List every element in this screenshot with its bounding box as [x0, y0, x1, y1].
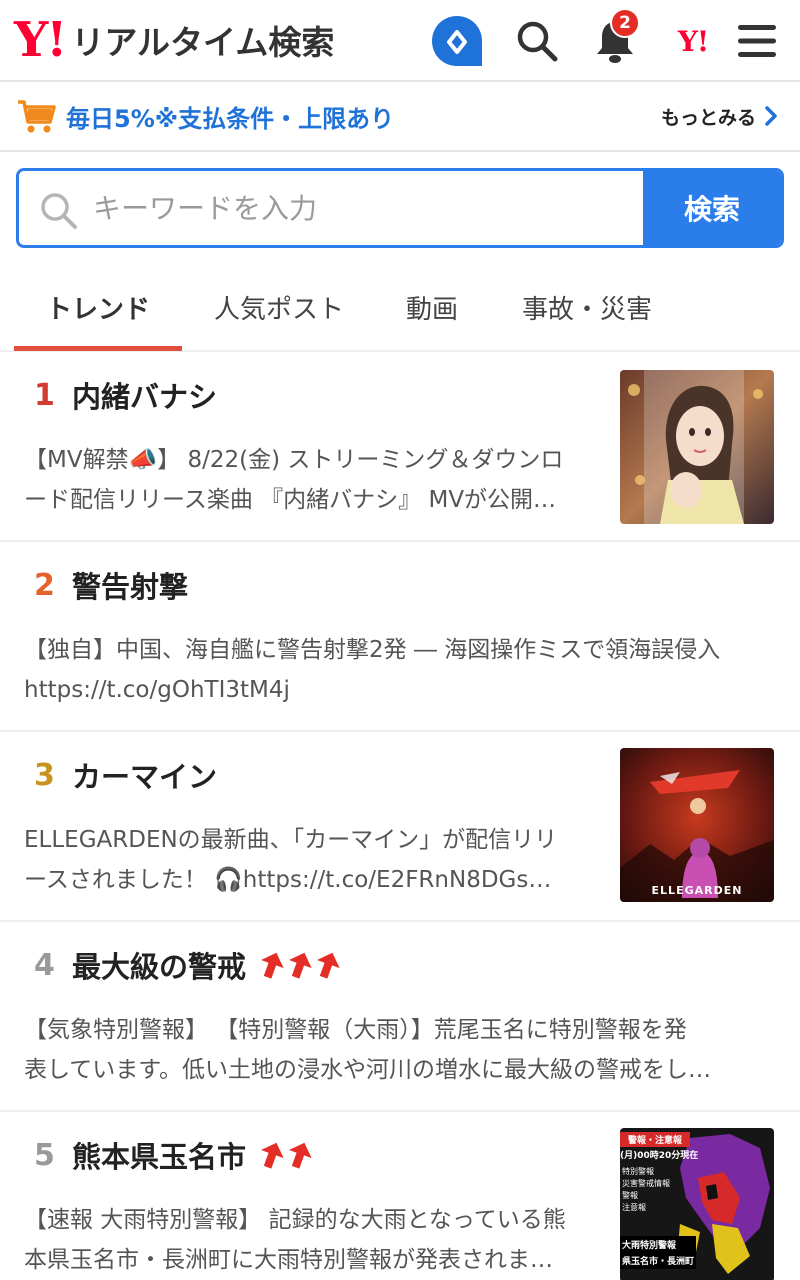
trend-item-4[interactable]: 4 最大級の警戒 【気象特別警報】 【特別警報（大雨）】荒尾玉名に特別警報を発 …: [0, 922, 800, 1112]
shopping-cart-icon: [16, 96, 56, 136]
trend-title[interactable]: カーマイン: [72, 754, 217, 796]
trend-title-text: 熊本県玉名市: [72, 1140, 247, 1174]
rising-arrow-icon: [289, 952, 312, 979]
trend-item-5[interactable]: 5 熊本県玉名市 【速報 大雨特別警報】 記録的な大雨となっている熊 本県玉名市…: [0, 1112, 800, 1280]
album-art-label: ELLEGARDEN: [651, 884, 743, 897]
search-submit-button[interactable]: 検索: [643, 171, 781, 245]
trend-rank: 1: [34, 378, 55, 413]
tab-popular-posts[interactable]: 人気ポスト: [196, 262, 362, 352]
map-header: 警報・注意報: [620, 1132, 690, 1147]
tab-trend[interactable]: トレンド: [14, 262, 182, 352]
trend-title-text: カーマイン: [72, 760, 218, 794]
promo-text: 毎日5%※支払条件・上限あり: [66, 104, 395, 133]
map-legend-item: 災害警戒情報: [622, 1179, 670, 1188]
yahoo-logo-mark: Y!: [14, 12, 67, 68]
map-footer-title: 大雨特別警報: [620, 1236, 696, 1253]
trend-rank: 2: [34, 568, 55, 603]
active-tab-indicator: [14, 346, 182, 351]
notification-count-badge: 2: [610, 8, 640, 38]
trend-item-1[interactable]: 1 内緒バナシ 【MV解禁📣】 8/22(金) ストリーミング＆ダウンロ ード配…: [0, 352, 800, 542]
notification-bell-icon[interactable]: 2: [588, 8, 642, 68]
music-video-thumbnail[interactable]: [620, 370, 774, 524]
trend-title-text: 警告射撃: [72, 570, 189, 604]
search-bar: 検索: [16, 168, 784, 248]
tab-videos[interactable]: 動画: [376, 262, 488, 352]
map-footer-location: 県玉名市・長洲町: [620, 1252, 696, 1269]
trend-description-line: ELLEGARDENの最新曲、「カーマイン」が配信リリ: [24, 827, 558, 853]
map-legend-item: 注意報: [622, 1203, 646, 1212]
top-header: Y! リアルタイム検索 2 Y!: [0, 0, 800, 82]
trend-title-text: 最大級の警戒: [72, 950, 247, 984]
chevron-right-icon: [765, 106, 777, 126]
search-input[interactable]: [93, 171, 633, 245]
trend-description-line: 【速報 大雨特別警報】 記録的な大雨となっている熊: [24, 1207, 566, 1233]
trend-description-line: https://t.co/gOhTI3tM4j: [24, 677, 290, 703]
trend-description: 【MV解禁📣】 8/22(金) ストリーミング＆ダウンロ ード配信リリース楽曲 …: [24, 440, 594, 520]
promo-banner[interactable]: 毎日5%※支払条件・上限あり もっとみる: [0, 82, 800, 152]
map-timestamp: (月)00時20分現在: [620, 1151, 699, 1161]
trend-title[interactable]: 内緒バナシ: [72, 374, 217, 416]
trend-description-line: 表しています。低い土地の浸水や河川の増水に最大級の警戒をし…: [24, 1057, 712, 1083]
map-legend-item: 警報: [622, 1191, 638, 1200]
trend-rank: 3: [34, 758, 55, 793]
app-badge-icon[interactable]: [430, 14, 484, 68]
trend-item-3[interactable]: 3 カーマイン ELLEGARDENの最新曲、「カーマイン」が配信リリ ースされ…: [0, 732, 800, 922]
trend-description-line: ード配信リリース楽曲 『内緒バナシ』 MVが公開…: [24, 487, 557, 513]
promo-more-link[interactable]: もっとみる: [661, 82, 778, 150]
weather-warning-map-thumbnail[interactable]: 警報・注意報 (月)00時20分現在 特別警報 災害警戒情報 警報 注意報 大雨…: [620, 1128, 774, 1280]
rising-arrow-icon: [261, 1142, 284, 1169]
rising-arrow-icon: [289, 1142, 312, 1169]
realtime-search-logo-text: リアルタイム検索: [71, 23, 335, 62]
trend-title[interactable]: 警告射撃: [72, 564, 188, 606]
album-art-thumbnail[interactable]: ELLEGARDEN: [620, 748, 774, 902]
trend-description-line: 【気象特別警報】 【特別警報（大雨）】荒尾玉名に特別警報を発: [24, 1017, 687, 1043]
trend-description-line: 【独自】中国、海自艦に警告射撃2発 ― 海図操作ミスで領海誤侵入: [24, 637, 721, 663]
trend-rank: 4: [34, 948, 55, 983]
trend-title[interactable]: 熊本県玉名市: [72, 1134, 314, 1176]
trend-description: ELLEGARDENの最新曲、「カーマイン」が配信リリ ースされました！ 🎧ht…: [24, 820, 594, 900]
trend-description-line: 【MV解禁📣】 8/22(金) ストリーミング＆ダウンロ: [24, 447, 564, 473]
hamburger-menu-icon[interactable]: [730, 14, 784, 68]
rising-arrows: [258, 1140, 314, 1170]
category-tabs: トレンド 人気ポスト 動画 事故・災害: [0, 262, 800, 352]
map-legend-item: 特別警報: [622, 1167, 654, 1176]
search-field-icon: [41, 193, 77, 229]
trend-description: 【気象特別警報】 【特別警報（大雨）】荒尾玉名に特別警報を発 表しています。低い…: [24, 1010, 776, 1090]
rising-arrows: [258, 950, 342, 980]
trend-description-line: 本県玉名市・長洲町に大雨特別警報が発表されま…: [24, 1247, 553, 1273]
rising-arrow-icon: [317, 952, 340, 979]
trend-title-text: 内緒バナシ: [72, 380, 218, 414]
trend-rank: 5: [34, 1138, 55, 1173]
trend-title[interactable]: 最大級の警戒: [72, 944, 342, 986]
trend-item-2[interactable]: 2 警告射撃 【独自】中国、海自艦に警告射撃2発 ― 海図操作ミスで領海誤侵入 …: [0, 542, 800, 732]
trend-description-line: ースされました！ 🎧https://t.co/E2FRnN8DGs…: [24, 867, 552, 893]
tab-accidents-disasters[interactable]: 事故・災害: [500, 262, 674, 352]
rising-arrow-icon: [261, 952, 284, 979]
yahoo-japan-icon[interactable]: Y!: [666, 14, 720, 68]
yahoo-realtime-logo[interactable]: Y! リアルタイム検索: [14, 12, 334, 68]
map-legend: 特別警報 災害警戒情報 警報 注意報: [622, 1166, 670, 1214]
trend-description: 【速報 大雨特別警報】 記録的な大雨となっている熊 本県玉名市・長洲町に大雨特別…: [24, 1200, 594, 1280]
search-icon[interactable]: [510, 14, 564, 68]
trend-description: 【独自】中国、海自艦に警告射撃2発 ― 海図操作ミスで領海誤侵入 https:/…: [24, 630, 776, 710]
promo-more-label: もっとみる: [660, 106, 756, 129]
search-field[interactable]: [19, 171, 643, 245]
